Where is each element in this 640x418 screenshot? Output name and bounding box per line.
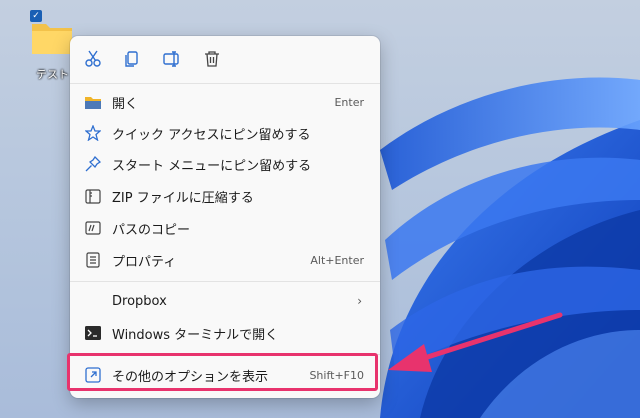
menu-item-label: ZIP ファイルに圧縮する [112,190,254,206]
menu-item-label: Dropbox [112,293,167,309]
desktop-icon-label: テスト [36,68,69,81]
menu-item-copy-path[interactable]: パスのコピー [76,213,374,243]
folder-icon [32,24,72,54]
menu-divider [70,281,380,282]
context-menu: 開く Enter クイック アクセスにピン留めする スタート メニューにピン留め… [70,36,380,398]
delete-button[interactable] [200,47,224,71]
delete-icon [205,51,219,67]
menu-item-shortcut: Alt+Enter [310,253,364,267]
copy-button[interactable] [120,47,144,71]
menu-item-open[interactable]: 開く Enter [76,87,374,117]
menu-item-label: 開く [112,96,139,112]
rename-icon [163,51,179,67]
properties-icon [84,251,102,269]
menu-item-zip[interactable]: ZIP ファイルに圧縮する [76,181,374,211]
menu-item-dropbox[interactable]: Dropbox › [76,286,374,316]
cut-button[interactable] [81,47,105,71]
star-icon [84,124,102,142]
chevron-right-icon: › [357,294,362,308]
rename-button[interactable] [160,47,184,71]
pin-icon [84,155,102,173]
menu-item-open-terminal[interactable]: Windows ターミナルで開く [76,318,374,348]
desktop-folder-test[interactable]: ✓ テスト [28,8,76,81]
menu-item-properties[interactable]: プロパティ Alt+Enter [76,245,374,275]
toolbar-divider [70,83,380,84]
menu-item-pin-start[interactable]: スタート メニューにピン留めする [76,149,374,179]
copy-icon [125,51,138,67]
zip-icon [84,187,102,205]
terminal-icon [84,324,102,342]
menu-item-label: クイック アクセスにピン留めする [112,127,311,143]
menu-item-pin-quick-access[interactable]: クイック アクセスにピン留めする [76,118,374,148]
highlight-box [67,353,378,391]
menu-item-label: プロパティ [112,254,177,270]
context-menu-toolbar [70,36,380,82]
menu-item-label: パスのコピー [112,222,191,238]
path-copy-icon [84,219,102,237]
menu-item-shortcut: Enter [334,95,364,109]
menu-item-label: Windows ターミナルで開く [112,327,279,343]
cut-icon [85,50,101,67]
folder-open-icon [84,93,102,111]
menu-item-label: スタート メニューにピン留めする [112,158,312,174]
